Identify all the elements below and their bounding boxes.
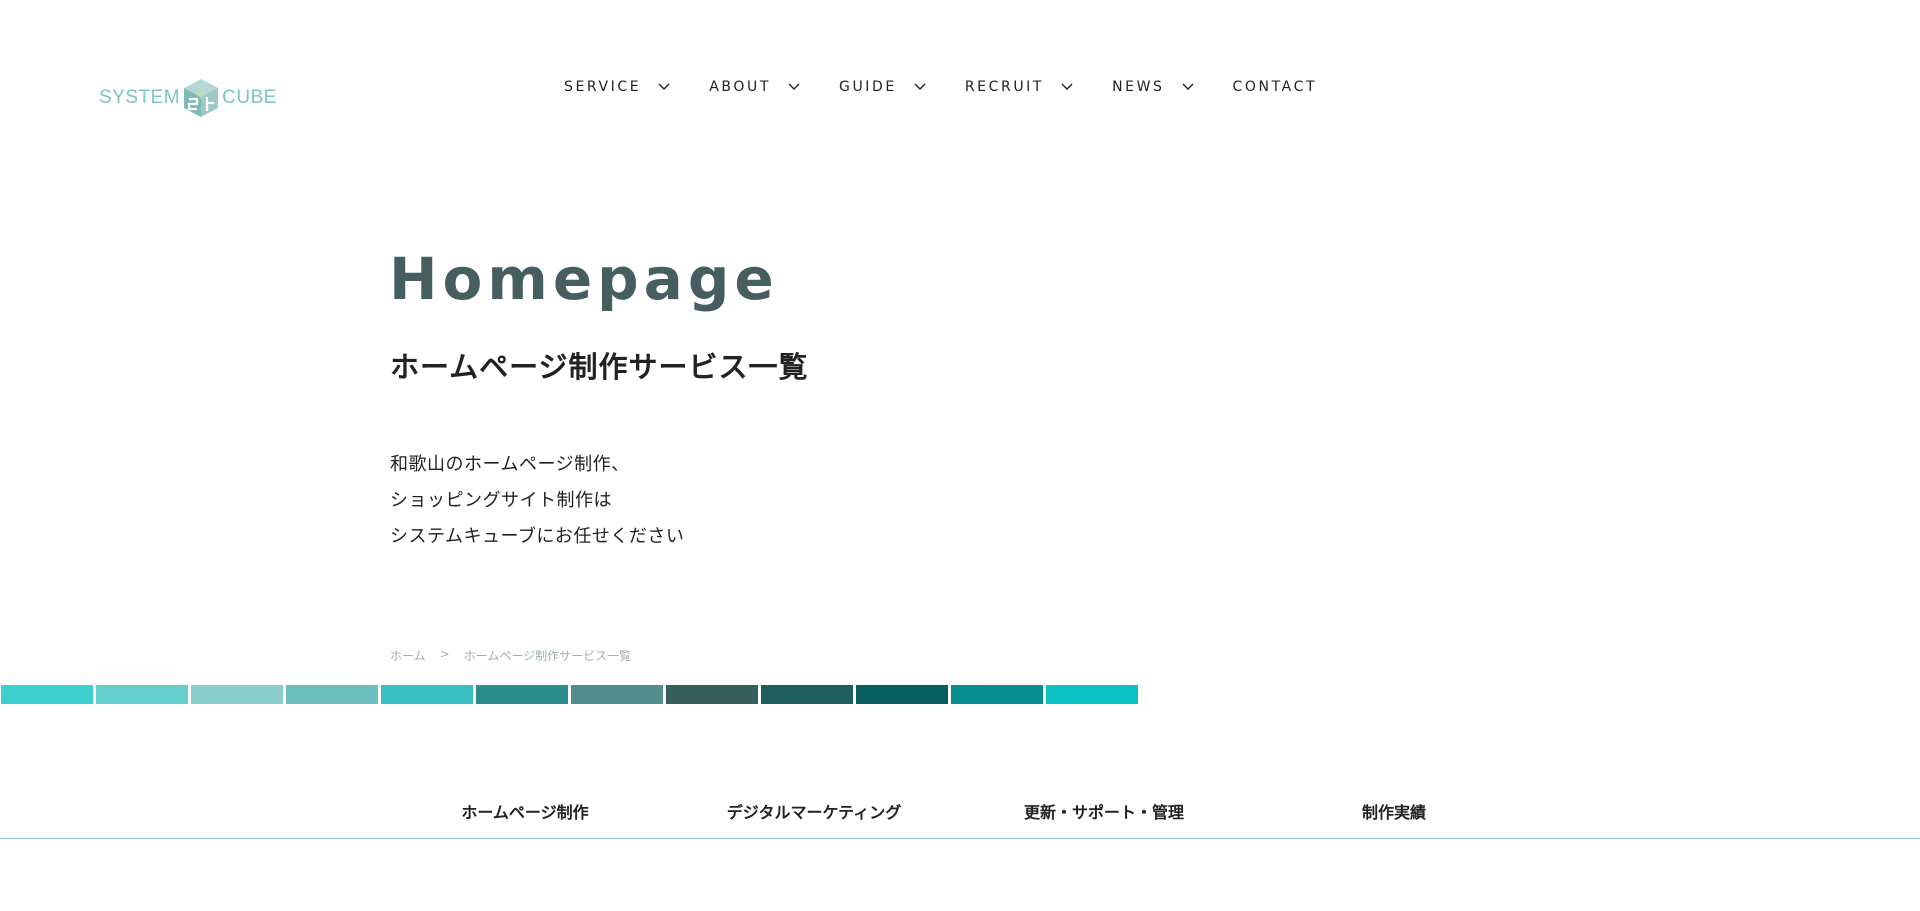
- main-nav: SERVICE ABOUT GUIDE RECRUIT NEWS CONTACT: [564, 79, 1355, 95]
- nav-item-news[interactable]: NEWS: [1112, 79, 1194, 95]
- tab-works[interactable]: 制作実績: [1362, 799, 1426, 823]
- color-bar-segment: [191, 685, 283, 704]
- color-bar-segment: [286, 685, 378, 704]
- color-bar-segment: [1, 685, 93, 704]
- color-bar-segment: [381, 685, 473, 704]
- cube-logo-icon: [184, 79, 219, 117]
- nav-item-guide[interactable]: GUIDE: [839, 79, 927, 95]
- breadcrumb-current: ホームページ制作サービス一覧: [463, 649, 632, 663]
- nav-label: NEWS: [1112, 79, 1165, 95]
- breadcrumb-separator: >: [439, 647, 450, 661]
- decorative-color-bar: [1, 685, 1138, 704]
- nav-label: GUIDE: [839, 79, 897, 95]
- nav-label: CONTACT: [1232, 79, 1318, 95]
- color-bar-segment: [476, 685, 568, 704]
- nav-label: ABOUT: [709, 79, 771, 95]
- breadcrumb-home-link[interactable]: ホーム: [390, 647, 426, 664]
- logo-text-system: SYSTEM: [99, 87, 181, 108]
- color-bar-segment: [761, 685, 853, 704]
- nav-label: SERVICE: [564, 79, 642, 95]
- chevron-down-icon[interactable]: [1181, 82, 1195, 92]
- logo-text-cube: CUBE: [222, 87, 277, 108]
- nav-item-contact[interactable]: CONTACT: [1233, 79, 1318, 95]
- color-bar-segment: [856, 685, 948, 704]
- color-bar-segment: [1046, 685, 1138, 704]
- color-bar-segment: [96, 685, 188, 704]
- tab-digital-marketing[interactable]: デジタルマーケティング: [727, 799, 901, 823]
- nav-item-service[interactable]: SERVICE: [564, 79, 671, 95]
- chevron-down-icon[interactable]: [787, 82, 801, 92]
- tab-homepage-production[interactable]: ホームページ制作: [461, 799, 588, 823]
- chevron-down-icon[interactable]: [657, 82, 671, 92]
- page-title: Homepage: [389, 245, 779, 313]
- chevron-down-icon[interactable]: [1060, 82, 1074, 92]
- breadcrumb: ホーム > ホームページ制作サービス一覧: [390, 647, 631, 664]
- description-line: システムキューブにお任せください: [390, 526, 685, 547]
- color-bar-segment: [571, 685, 663, 704]
- nav-item-about[interactable]: ABOUT: [709, 79, 801, 95]
- color-bar-segment: [951, 685, 1043, 704]
- description-line: ショッピングサイト制作は: [390, 490, 612, 511]
- site-logo[interactable]: SYSTEM CUBE: [99, 77, 277, 119]
- nav-label: RECRUIT: [964, 79, 1045, 95]
- service-tabs: ホームページ制作 デジタルマーケティング 更新・サポート・管理 制作実績: [0, 790, 1920, 839]
- chevron-down-icon[interactable]: [913, 82, 927, 92]
- description-line: 和歌山のホームページ制作、: [390, 454, 630, 475]
- page-subtitle: ホームページ制作サービス一覧: [390, 350, 809, 384]
- hero-description: 和歌山のホームページ制作、 ショッピングサイト制作は システムキューブにお任せく…: [390, 447, 684, 555]
- nav-item-recruit[interactable]: RECRUIT: [965, 79, 1074, 95]
- color-bar-segment: [666, 685, 758, 704]
- tab-update-support[interactable]: 更新・サポート・管理: [1024, 799, 1184, 823]
